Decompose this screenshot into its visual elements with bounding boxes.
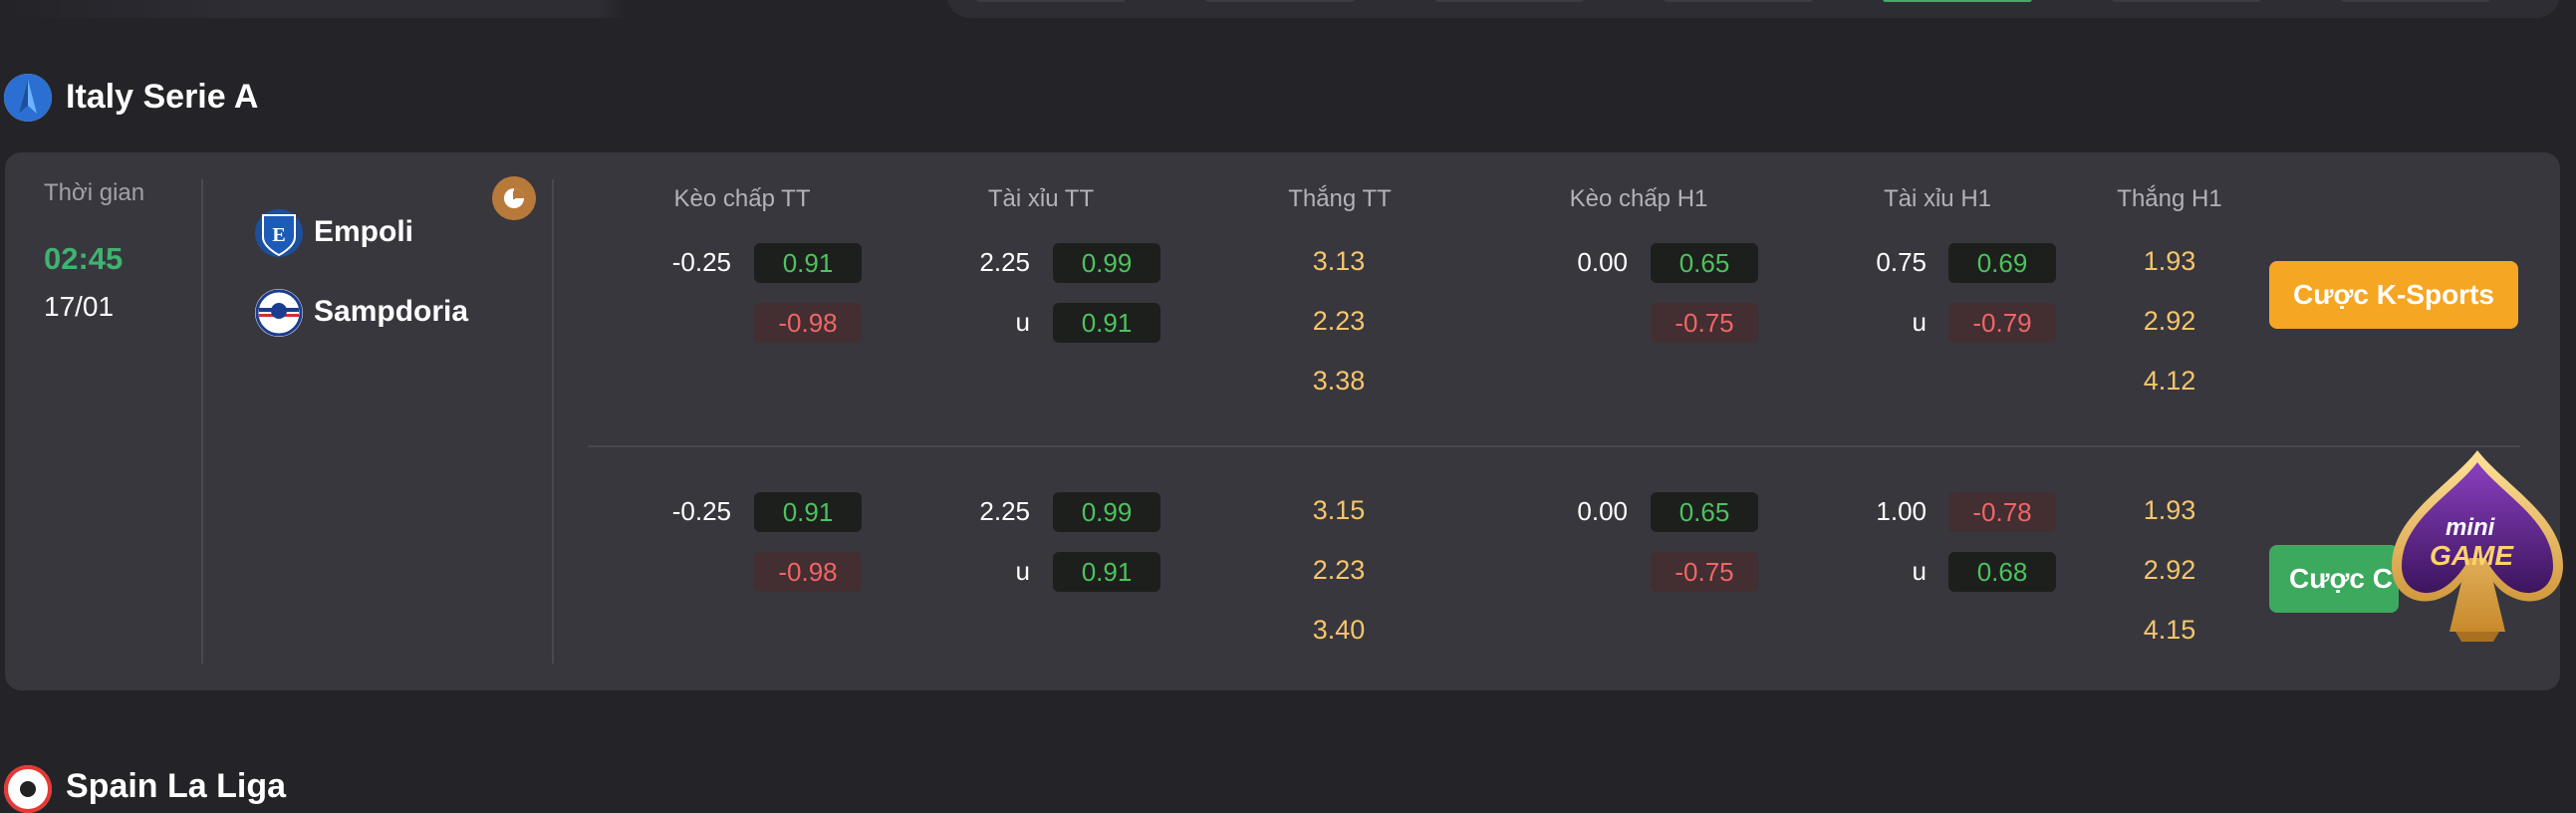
odd-button[interactable]: -0.75 (1651, 552, 1758, 592)
mini-game-line2: GAME (2430, 540, 2513, 571)
odd-button[interactable]: 0.91 (1053, 303, 1160, 343)
h1-ou-under-label: u (1912, 556, 1927, 586)
col-header-ou-h1: Tài xỉu H1 (1883, 185, 1992, 212)
col-header-hdp-h1: Kèo chấp H1 (1569, 185, 1708, 212)
odd-button[interactable]: -0.78 (1948, 492, 2056, 532)
away-team-name[interactable]: Sampdoria (314, 295, 468, 329)
row-divider (588, 445, 2520, 447)
col-header-win-ft: Thắng TT (1288, 185, 1392, 212)
odd-button[interactable]: 2.23 (1279, 555, 1399, 586)
mini-game-line1: mini (2446, 514, 2495, 541)
hdp-line: -0.25 (671, 496, 731, 526)
odd-button[interactable]: 0.99 (1053, 492, 1160, 532)
odd-button[interactable]: 0.91 (754, 492, 862, 532)
svg-text:E: E (272, 224, 285, 246)
col-header-ou-ft: Tài xỉu TT (987, 185, 1095, 212)
h1-ou-line: 1.00 (1876, 496, 1927, 526)
col-header-hdp-ft: Kèo chấp TT (673, 185, 811, 212)
h1-hdp-line: 0.00 (1577, 496, 1628, 526)
home-team-name[interactable]: Empoli (314, 215, 413, 249)
odd-button[interactable]: 1.93 (2110, 495, 2229, 526)
bet-secondary-button[interactable]: Cược C (2269, 545, 2399, 613)
match-time: 02:45 (44, 241, 124, 276)
odd-button[interactable]: 0.65 (1651, 243, 1758, 283)
ou-under-label: u (1015, 307, 1030, 337)
laliga-logo-icon (4, 765, 52, 813)
ou-under-label: u (1015, 556, 1030, 586)
serie-a-logo-icon (4, 74, 52, 122)
hdp-line: -0.25 (671, 247, 731, 277)
top-tab[interactable] (1205, 0, 1355, 2)
ou-line: 2.25 (979, 496, 1030, 526)
divider (201, 179, 203, 664)
time-label: Thời gian (44, 179, 145, 206)
odd-button[interactable]: 4.12 (2110, 366, 2229, 397)
odd-button[interactable]: 3.40 (1279, 615, 1399, 646)
odd-button[interactable]: 2.92 (2110, 555, 2229, 586)
sampdoria-crest-icon (255, 289, 303, 337)
odd-button[interactable]: -0.79 (1948, 303, 2056, 343)
odd-button[interactable]: 2.23 (1279, 306, 1399, 337)
odd-button[interactable]: 0.91 (754, 243, 862, 283)
odd-button[interactable]: 0.99 (1053, 243, 1160, 283)
odd-button[interactable]: 1.93 (2110, 246, 2229, 277)
match-date: 17/01 (44, 291, 115, 322)
top-tab[interactable] (2112, 0, 2261, 2)
top-fade-bar (0, 0, 628, 18)
odd-button[interactable]: -0.98 (754, 303, 862, 343)
top-tab-active[interactable] (1883, 0, 2032, 2)
top-tab[interactable] (1434, 0, 1584, 2)
odd-button[interactable]: 2.92 (2110, 306, 2229, 337)
pie-chart-icon (504, 188, 524, 208)
odd-button[interactable]: 0.65 (1651, 492, 1758, 532)
h1-ou-line: 0.75 (1876, 247, 1927, 277)
top-tab[interactable] (2341, 0, 2490, 2)
h1-ou-under-label: u (1912, 307, 1927, 337)
odd-button[interactable]: -0.98 (754, 552, 862, 592)
top-tab[interactable] (1664, 0, 1813, 2)
mini-game-widget[interactable]: mini GAME (2386, 446, 2569, 650)
top-date-tabs (946, 0, 2560, 18)
bet-ksports-button[interactable]: Cược K-Sports (2269, 261, 2518, 329)
ou-line: 2.25 (979, 247, 1030, 277)
odd-button[interactable]: 3.15 (1279, 495, 1399, 526)
league-title-italy[interactable]: Italy Serie A (66, 78, 258, 117)
odd-button[interactable]: 0.69 (1948, 243, 2056, 283)
top-tab[interactable] (976, 0, 1126, 2)
odd-button[interactable]: 0.91 (1053, 552, 1160, 592)
odd-button[interactable]: 0.68 (1948, 552, 2056, 592)
league-title-spain[interactable]: Spain La Liga (66, 767, 286, 806)
divider (552, 179, 554, 664)
empoli-crest-icon: E (255, 209, 303, 257)
odd-button[interactable]: 3.13 (1279, 246, 1399, 277)
odd-button[interactable]: 4.15 (2110, 615, 2229, 646)
col-header-win-h1: Thắng H1 (2117, 185, 2222, 212)
h1-hdp-line: 0.00 (1577, 247, 1628, 277)
stats-button[interactable] (492, 176, 536, 220)
odd-button[interactable]: -0.75 (1651, 303, 1758, 343)
odd-button[interactable]: 3.38 (1279, 366, 1399, 397)
